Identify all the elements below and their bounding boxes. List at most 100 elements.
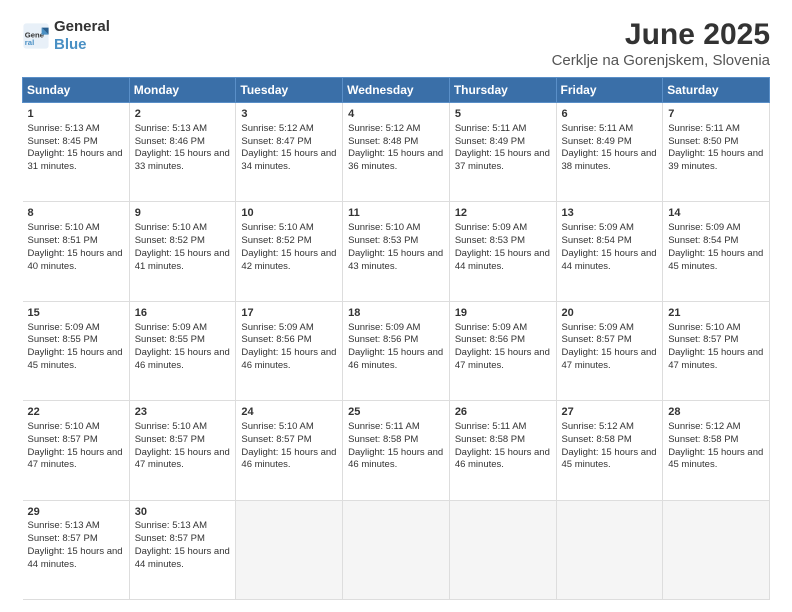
sunset-text: Sunset: 8:52 PM [241, 235, 311, 246]
day-number: 1 [28, 107, 124, 122]
day-number: 26 [455, 405, 551, 420]
calendar-cell: 9Sunrise: 5:10 AMSunset: 8:52 PMDaylight… [129, 202, 236, 301]
col-header-wednesday: Wednesday [343, 78, 450, 103]
day-number: 11 [348, 206, 444, 221]
daylight-label: Daylight: 15 hours and 44 minutes. [562, 248, 657, 272]
calendar-week-row: 22Sunrise: 5:10 AMSunset: 8:57 PMDayligh… [23, 401, 770, 500]
sunrise-text: Sunrise: 5:09 AM [455, 222, 527, 233]
calendar-week-row: 1Sunrise: 5:13 AMSunset: 8:45 PMDaylight… [23, 103, 770, 202]
daylight-label: Daylight: 15 hours and 46 minutes. [241, 447, 336, 471]
sunset-text: Sunset: 8:58 PM [348, 434, 418, 445]
day-number: 17 [241, 306, 337, 321]
sunset-text: Sunset: 8:57 PM [562, 334, 632, 345]
sunrise-text: Sunrise: 5:13 AM [28, 123, 100, 134]
col-header-tuesday: Tuesday [236, 78, 343, 103]
day-number: 5 [455, 107, 551, 122]
sunrise-text: Sunrise: 5:13 AM [135, 123, 207, 134]
sunrise-text: Sunrise: 5:09 AM [241, 322, 313, 333]
sunset-text: Sunset: 8:51 PM [28, 235, 98, 246]
sunset-text: Sunset: 8:57 PM [28, 533, 98, 544]
day-number: 28 [668, 405, 764, 420]
day-number: 22 [28, 405, 124, 420]
day-number: 7 [668, 107, 764, 122]
calendar-cell: 13Sunrise: 5:09 AM Sunset: 8:54 PM Dayligh… [556, 202, 663, 301]
calendar-cell: 19Sunrise: 5:09 AMSunset: 8:56 PMDayligh… [449, 301, 556, 400]
sunrise-text: Sunrise: 5:09 AM [562, 222, 634, 233]
day-number: 15 [28, 306, 124, 321]
sunrise-text: Sunrise: 5:10 AM [241, 421, 313, 432]
calendar-cell: 27Sunrise: 5:12 AMSunset: 8:58 PMDayligh… [556, 401, 663, 500]
sunset-text: Sunset: 8:53 PM [455, 235, 525, 246]
sunrise-text: Sunrise: 5:11 AM [348, 421, 420, 432]
day-number: 4 [348, 107, 444, 122]
sunset-text: Sunset: 8:57 PM [135, 434, 205, 445]
day-number: 21 [668, 306, 764, 321]
daylight-label: Daylight: 15 hours and 41 minutes. [135, 248, 230, 272]
sunset-text: Sunset: 8:45 PM [28, 136, 98, 147]
sunrise-text: Sunrise: 5:12 AM [348, 123, 420, 134]
day-number: 2 [135, 107, 231, 122]
sunset-text: Sunset: 8:55 PM [135, 334, 205, 345]
day-number: 30 [135, 505, 231, 520]
calendar-cell [663, 500, 770, 599]
daylight-label: Daylight: 15 hours and 47 minutes. [562, 347, 657, 371]
daylight-label: Daylight: 15 hours and 46 minutes. [135, 347, 230, 371]
sunrise-text: Sunrise: 5:11 AM [668, 123, 740, 134]
daylight-label: Daylight: 15 hours and 47 minutes. [455, 347, 550, 371]
daylight-label: Daylight: 15 hours and 47 minutes. [28, 447, 123, 471]
day-number: 20 [562, 306, 658, 321]
svg-text:ral: ral [25, 38, 34, 47]
logo-text: General Blue [54, 18, 110, 54]
sunset-text: Sunset: 8:54 PM [562, 235, 632, 246]
calendar-cell [449, 500, 556, 599]
calendar-cell: 11Sunrise: 5:10 AMSunset: 8:53 PMDayligh… [343, 202, 450, 301]
day-number: 6 [562, 107, 658, 122]
day-number: 13 [562, 206, 658, 221]
calendar-cell [236, 500, 343, 599]
daylight-label: Daylight: 15 hours and 44 minutes. [455, 248, 550, 272]
calendar-header-row: SundayMondayTuesdayWednesdayThursdayFrid… [23, 78, 770, 103]
sunrise-text: Sunrise: 5:11 AM [455, 421, 527, 432]
calendar-cell: 24Sunrise: 5:10 AMSunset: 8:57 PMDayligh… [236, 401, 343, 500]
day-number: 19 [455, 306, 551, 321]
day-number: 14 [668, 206, 764, 221]
sunset-text: Sunset: 8:56 PM [455, 334, 525, 345]
calendar-cell: 14Sunrise: 5:09 AMSunset: 8:54 PMDayligh… [663, 202, 770, 301]
day-number: 27 [562, 405, 658, 420]
day-number: 3 [241, 107, 337, 122]
calendar-cell: 29Sunrise: 5:13 AMSunset: 8:57 PMDayligh… [23, 500, 130, 599]
sunrise-text: Sunrise: 5:10 AM [135, 421, 207, 432]
sunset-text: Sunset: 8:52 PM [135, 235, 205, 246]
calendar-cell [556, 500, 663, 599]
sunrise-text: Sunrise: 5:09 AM [135, 322, 207, 333]
calendar-cell: 6Sunrise: 5:11 AMSunset: 8:49 PMDaylight… [556, 103, 663, 202]
day-number: 23 [135, 405, 231, 420]
daylight-label: Daylight: 15 hours and 43 minutes. [348, 248, 443, 272]
sunrise-text: Sunrise: 5:09 AM [348, 322, 420, 333]
calendar-week-row: 8Sunrise: 5:10 AMSunset: 8:51 PMDaylight… [23, 202, 770, 301]
calendar-cell: 1Sunrise: 5:13 AMSunset: 8:45 PMDaylight… [23, 103, 130, 202]
sunrise-text: Sunrise: 5:11 AM [562, 123, 634, 134]
daylight-label: Daylight: 15 hours and 38 minutes. [562, 148, 657, 172]
sunset-text: Sunset: 8:58 PM [455, 434, 525, 445]
sunset-text: Sunset: 8:57 PM [135, 533, 205, 544]
main-title: June 2025 [552, 18, 770, 52]
calendar-cell: 18Sunrise: 5:09 AMSunset: 8:56 PMDayligh… [343, 301, 450, 400]
sunset-text: Sunset: 8:58 PM [668, 434, 738, 445]
sunrise-text: Sunrise: 5:10 AM [28, 421, 100, 432]
calendar-cell: 3Sunrise: 5:12 AMSunset: 8:47 PMDaylight… [236, 103, 343, 202]
sunset-text: Sunset: 8:54 PM [668, 235, 738, 246]
col-header-saturday: Saturday [663, 78, 770, 103]
calendar-cell: 5Sunrise: 5:11 AMSunset: 8:49 PMDaylight… [449, 103, 556, 202]
calendar-cell: 8Sunrise: 5:10 AMSunset: 8:51 PMDaylight… [23, 202, 130, 301]
sunset-text: Sunset: 8:48 PM [348, 136, 418, 147]
sunset-text: Sunset: 8:57 PM [241, 434, 311, 445]
sunrise-text: Sunrise: 5:09 AM [668, 222, 740, 233]
daylight-label: Daylight: 15 hours and 46 minutes. [348, 347, 443, 371]
col-header-friday: Friday [556, 78, 663, 103]
daylight-label: Daylight: 15 hours and 44 minutes. [135, 546, 230, 570]
day-number: 12 [455, 206, 551, 221]
sunset-text: Sunset: 8:55 PM [28, 334, 98, 345]
daylight-label: Daylight: 15 hours and 46 minutes. [348, 447, 443, 471]
calendar-week-row: 15Sunrise: 5:09 AMSunset: 8:55 PMDayligh… [23, 301, 770, 400]
